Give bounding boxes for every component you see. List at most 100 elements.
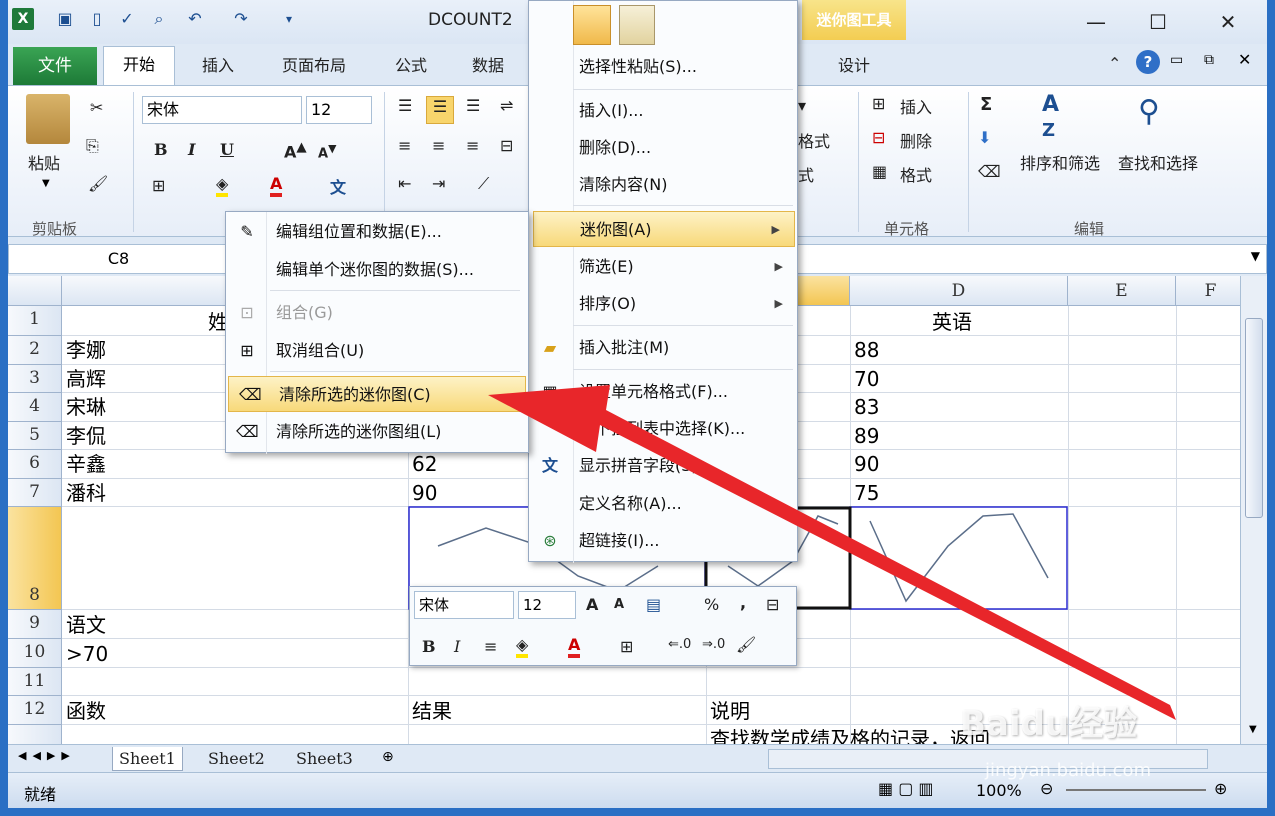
- italic-button[interactable]: I: [188, 140, 195, 159]
- column-header-f[interactable]: F: [1176, 276, 1240, 306]
- cell-description[interactable]: 查找数学成绩及格的记录，返回: [710, 725, 990, 744]
- cell-name[interactable]: 宋琳: [66, 393, 106, 421]
- tab-formulas[interactable]: 公式: [383, 50, 439, 82]
- sheet-tab[interactable]: Sheet1: [112, 747, 183, 771]
- customize-qat-icon[interactable]: ▾: [278, 8, 300, 30]
- new-doc-icon[interactable]: ▯: [86, 8, 108, 30]
- row-header[interactable]: 6: [8, 450, 62, 479]
- submenu-item-clear-group[interactable]: ⌫ 清除所选的迷你图组(L): [226, 414, 528, 450]
- paste-dropdown-icon[interactable]: ▼: [42, 178, 50, 189]
- menu-item-paste-special[interactable]: 选择性粘贴(S)...: [529, 49, 797, 85]
- view-normal-icon[interactable]: ▦ ▢ ▥: [878, 779, 934, 798]
- row-header[interactable]: 3: [8, 365, 62, 393]
- mini-comma-button[interactable]: ,: [740, 593, 746, 612]
- cell-name[interactable]: 李侃: [66, 422, 106, 450]
- grow-font-icon[interactable]: A▲: [284, 140, 307, 161]
- close-button[interactable]: ✕: [1208, 8, 1248, 36]
- menu-item-define-name[interactable]: 定义名称(A)...: [529, 486, 797, 522]
- submenu-item-edit-single[interactable]: 编辑单个迷你图的数据(S)...: [226, 252, 528, 288]
- row-header[interactable]: 7: [8, 479, 62, 507]
- menu-item-insert-comment[interactable]: ▰ 插入批注(M): [529, 330, 797, 366]
- cell-criteria-subject[interactable]: 语文: [66, 611, 106, 639]
- tab-data[interactable]: 数据: [460, 50, 516, 82]
- zoom-out-icon[interactable]: ⊖: [1040, 779, 1053, 798]
- font-size-combo[interactable]: 12: [306, 96, 372, 124]
- row-header[interactable]: 2: [8, 336, 62, 365]
- align-middle-icon[interactable]: ☰: [426, 96, 454, 124]
- cell-english[interactable]: 88: [854, 336, 879, 364]
- cell-name[interactable]: 高辉: [66, 365, 106, 393]
- cell-name[interactable]: 辛鑫: [66, 450, 106, 478]
- paste-values-icon[interactable]: [619, 5, 655, 45]
- cell-english[interactable]: 70: [854, 365, 879, 393]
- zoom-slider[interactable]: [1066, 789, 1206, 791]
- underline-button[interactable]: U: [220, 140, 234, 159]
- cell-name[interactable]: 潘科: [66, 479, 106, 507]
- mini-increase-decimal-icon[interactable]: ⇐.0: [668, 637, 691, 652]
- merge-center-icon[interactable]: ⊟: [500, 136, 513, 155]
- menu-item-filter[interactable]: 筛选(E) ▶: [529, 249, 797, 285]
- mini-fill-color-icon[interactable]: ◈: [516, 635, 529, 658]
- scroll-down-icon[interactable]: ▼: [1249, 724, 1257, 735]
- expand-formula-icon[interactable]: ▼: [1251, 249, 1260, 263]
- shrink-font-icon[interactable]: A▼: [318, 142, 336, 161]
- row-header[interactable]: 5: [8, 422, 62, 450]
- cell-header-english[interactable]: 英语: [932, 308, 972, 336]
- spellcheck-icon[interactable]: ✓: [116, 8, 138, 30]
- submenu-item-edit-group[interactable]: ✎ 编辑组位置和数据(E)...: [226, 214, 528, 250]
- save-icon[interactable]: ▣: [54, 8, 76, 30]
- print-preview-icon[interactable]: ⌕: [148, 8, 170, 30]
- row-header[interactable]: 12: [8, 696, 62, 725]
- dropdown-icon[interactable]: ▾: [798, 96, 806, 115]
- cell-score[interactable]: 90: [412, 479, 437, 507]
- zoom-in-icon[interactable]: ⊕: [1214, 779, 1227, 798]
- submenu-item-clear-selected[interactable]: ⌫ 清除所选的迷你图(C): [228, 376, 526, 412]
- mini-shrink-font-icon[interactable]: A: [614, 597, 624, 612]
- font-color-icon[interactable]: A: [270, 174, 283, 197]
- mini-borders-icon[interactable]: ⊞: [620, 637, 633, 656]
- menu-item-format-cells[interactable]: ▦ 设置单元格格式(F)...: [529, 374, 797, 410]
- autosum-icon[interactable]: Σ: [980, 94, 992, 115]
- format-cells-button[interactable]: 格式: [900, 162, 932, 186]
- mini-italic-button[interactable]: I: [454, 637, 460, 656]
- cell-english[interactable]: 75: [854, 479, 879, 507]
- menu-item-sparklines[interactable]: 迷你图(A) ▶: [533, 211, 795, 247]
- align-top-icon[interactable]: ☰: [398, 96, 412, 115]
- menu-item-clear-contents[interactable]: 清除内容(N): [529, 167, 797, 203]
- format-as-table-partial[interactable]: 格式: [798, 128, 830, 152]
- paste-button[interactable]: 粘贴: [28, 150, 60, 174]
- undo-icon[interactable]: ↶: [184, 8, 206, 30]
- format-painter-icon[interactable]: 🖌: [88, 174, 108, 193]
- binoculars-icon[interactable]: ⚲: [1138, 94, 1182, 140]
- cell-english[interactable]: 83: [854, 393, 879, 421]
- cell-name[interactable]: 李娜: [66, 336, 106, 364]
- tab-page-layout[interactable]: 页面布局: [270, 50, 358, 82]
- menu-item-pick-from-list[interactable]: 从下拉列表中选择(K)...: [529, 411, 797, 447]
- menu-item-sort[interactable]: 排序(O) ▶: [529, 286, 797, 322]
- increase-indent-icon[interactable]: ⇥: [432, 174, 445, 193]
- format-cells-icon[interactable]: ▦: [872, 162, 887, 181]
- borders-icon[interactable]: ⊞: [152, 176, 165, 195]
- name-box[interactable]: C8: [9, 245, 229, 273]
- align-right-icon[interactable]: ≡: [466, 136, 479, 155]
- ribbon-collapse-icon[interactable]: ⌃: [1108, 54, 1121, 73]
- column-header-d[interactable]: D: [850, 276, 1068, 306]
- wrap-text-icon[interactable]: ⇌: [500, 96, 513, 115]
- menu-item-delete[interactable]: 删除(D)...: [529, 130, 797, 166]
- select-all-corner[interactable]: [8, 276, 62, 306]
- copy-icon[interactable]: ⎘: [86, 136, 99, 156]
- sort-filter-icon[interactable]: AZ: [1042, 92, 1086, 141]
- tab-insert[interactable]: 插入: [188, 50, 248, 82]
- help-icon[interactable]: ?: [1136, 50, 1160, 74]
- phonetic-icon[interactable]: 文: [330, 174, 346, 198]
- cut-icon[interactable]: ✂: [90, 98, 103, 117]
- sheet-nav-icon[interactable]: ◀◀▶▶: [18, 749, 76, 762]
- mini-decrease-decimal-icon[interactable]: ⇒.0: [702, 637, 725, 652]
- mini-font-color-icon[interactable]: A: [568, 635, 581, 658]
- insert-cells-button[interactable]: 插入: [900, 94, 932, 118]
- minimize-button[interactable]: —: [1076, 8, 1116, 36]
- window-close-icon[interactable]: ✕: [1238, 50, 1251, 69]
- row-header[interactable]: 8: [8, 507, 62, 610]
- row-header[interactable]: 10: [8, 639, 62, 668]
- sheet-tab[interactable]: Sheet3: [290, 747, 359, 771]
